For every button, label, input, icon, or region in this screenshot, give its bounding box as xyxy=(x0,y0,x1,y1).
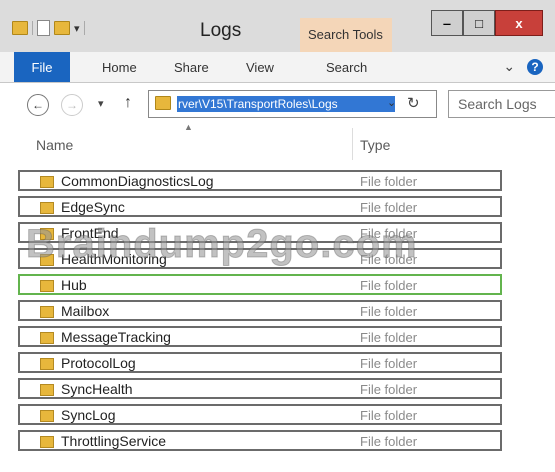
item-name: SyncHealth xyxy=(61,381,133,397)
address-path[interactable]: rver\V15\TransportRoles\Logs xyxy=(177,96,395,112)
customize-toolbar-icon[interactable]: ▾ xyxy=(74,22,80,35)
refresh-icon[interactable]: ↻ xyxy=(407,94,420,112)
help-icon[interactable]: ? xyxy=(527,59,543,75)
toolbar-divider xyxy=(32,21,33,35)
folder-icon xyxy=(40,202,54,214)
folder-icon xyxy=(40,332,54,344)
search-placeholder: Search Logs xyxy=(458,96,537,112)
item-name: SyncLog xyxy=(61,407,116,423)
folder-icon xyxy=(40,436,54,448)
list-item[interactable]: CommonDiagnosticsLog File folder xyxy=(18,170,502,191)
window-controls: ‒ □ x xyxy=(431,10,543,36)
properties-icon[interactable] xyxy=(37,20,50,36)
folder-icon xyxy=(40,384,54,396)
item-type: File folder xyxy=(360,174,418,189)
item-type: File folder xyxy=(360,330,418,345)
quick-access-toolbar: ▾ xyxy=(12,18,85,38)
up-button[interactable]: ↑ xyxy=(124,94,132,112)
context-tab-label: Search Tools xyxy=(308,27,383,42)
ribbon-tabs: File Home Share View Search ⌄ ? xyxy=(0,52,555,83)
tab-share[interactable]: Share xyxy=(174,60,209,75)
forward-button[interactable]: → xyxy=(61,94,83,116)
item-type: File folder xyxy=(360,434,418,449)
maximize-button[interactable]: □ xyxy=(463,10,495,36)
folder-icon xyxy=(155,96,171,110)
watermark: Braindump2go.com xyxy=(26,222,418,267)
toolbar-divider xyxy=(83,21,85,35)
folder-icon xyxy=(40,176,54,188)
item-name: EdgeSync xyxy=(61,199,125,215)
item-name: Hub xyxy=(61,277,87,293)
sort-indicator-icon: ▲ xyxy=(184,122,193,132)
item-type: File folder xyxy=(360,278,418,293)
list-item[interactable]: Mailbox File folder xyxy=(18,300,502,321)
item-type: File folder xyxy=(360,382,418,397)
tab-file[interactable]: File xyxy=(14,52,70,82)
tab-home[interactable]: Home xyxy=(102,60,137,75)
close-button[interactable]: x xyxy=(495,10,543,36)
search-tools-context-tab[interactable]: Search Tools xyxy=(300,18,392,52)
folder-icon[interactable] xyxy=(12,21,28,35)
tab-search[interactable]: Search xyxy=(326,60,367,75)
item-name: Mailbox xyxy=(61,303,110,319)
list-item[interactable]: EdgeSync File folder xyxy=(18,196,502,217)
folder-icon xyxy=(40,280,54,292)
item-name: MessageTracking xyxy=(61,329,171,345)
minimize-button[interactable]: ‒ xyxy=(431,10,463,36)
address-bar[interactable]: rver\V15\TransportRoles\Logs ⌄ ↻ xyxy=(148,90,437,118)
column-header-name[interactable]: Name xyxy=(36,137,73,153)
list-item[interactable]: ProtocolLog File folder xyxy=(18,352,502,373)
new-folder-icon[interactable] xyxy=(54,21,70,35)
list-item[interactable]: ThrottlingService File folder xyxy=(18,430,502,451)
expand-ribbon-icon[interactable]: ⌄ xyxy=(503,58,515,74)
search-input[interactable]: Search Logs xyxy=(448,90,555,118)
item-type: File folder xyxy=(360,304,418,319)
item-name: ProtocolLog xyxy=(61,355,136,371)
folder-icon xyxy=(40,358,54,370)
back-button[interactable]: ← xyxy=(27,94,49,116)
window-title: Logs xyxy=(200,20,242,41)
item-name: CommonDiagnosticsLog xyxy=(61,173,214,189)
item-type: File folder xyxy=(360,200,418,215)
folder-icon xyxy=(40,306,54,318)
address-dropdown-icon[interactable]: ⌄ xyxy=(387,96,396,109)
recent-locations-icon[interactable]: ▾ xyxy=(98,97,104,110)
title-bar: ▾ Logs Search Tools ‒ □ x xyxy=(0,0,555,52)
column-header-type[interactable]: Type xyxy=(360,137,390,153)
item-name: ThrottlingService xyxy=(61,433,167,449)
list-item[interactable]: SyncHealth File folder xyxy=(18,378,502,399)
list-item[interactable]: SyncLog File folder xyxy=(18,404,502,425)
item-type: File folder xyxy=(360,408,418,423)
tab-view[interactable]: View xyxy=(246,60,274,75)
folder-icon xyxy=(40,410,54,422)
item-type: File folder xyxy=(360,356,418,371)
list-item-selected[interactable]: Hub File folder xyxy=(18,274,502,295)
list-item[interactable]: MessageTracking File folder xyxy=(18,326,502,347)
column-divider[interactable] xyxy=(352,128,353,160)
ribbon-controls: ⌄ ? xyxy=(503,58,543,75)
